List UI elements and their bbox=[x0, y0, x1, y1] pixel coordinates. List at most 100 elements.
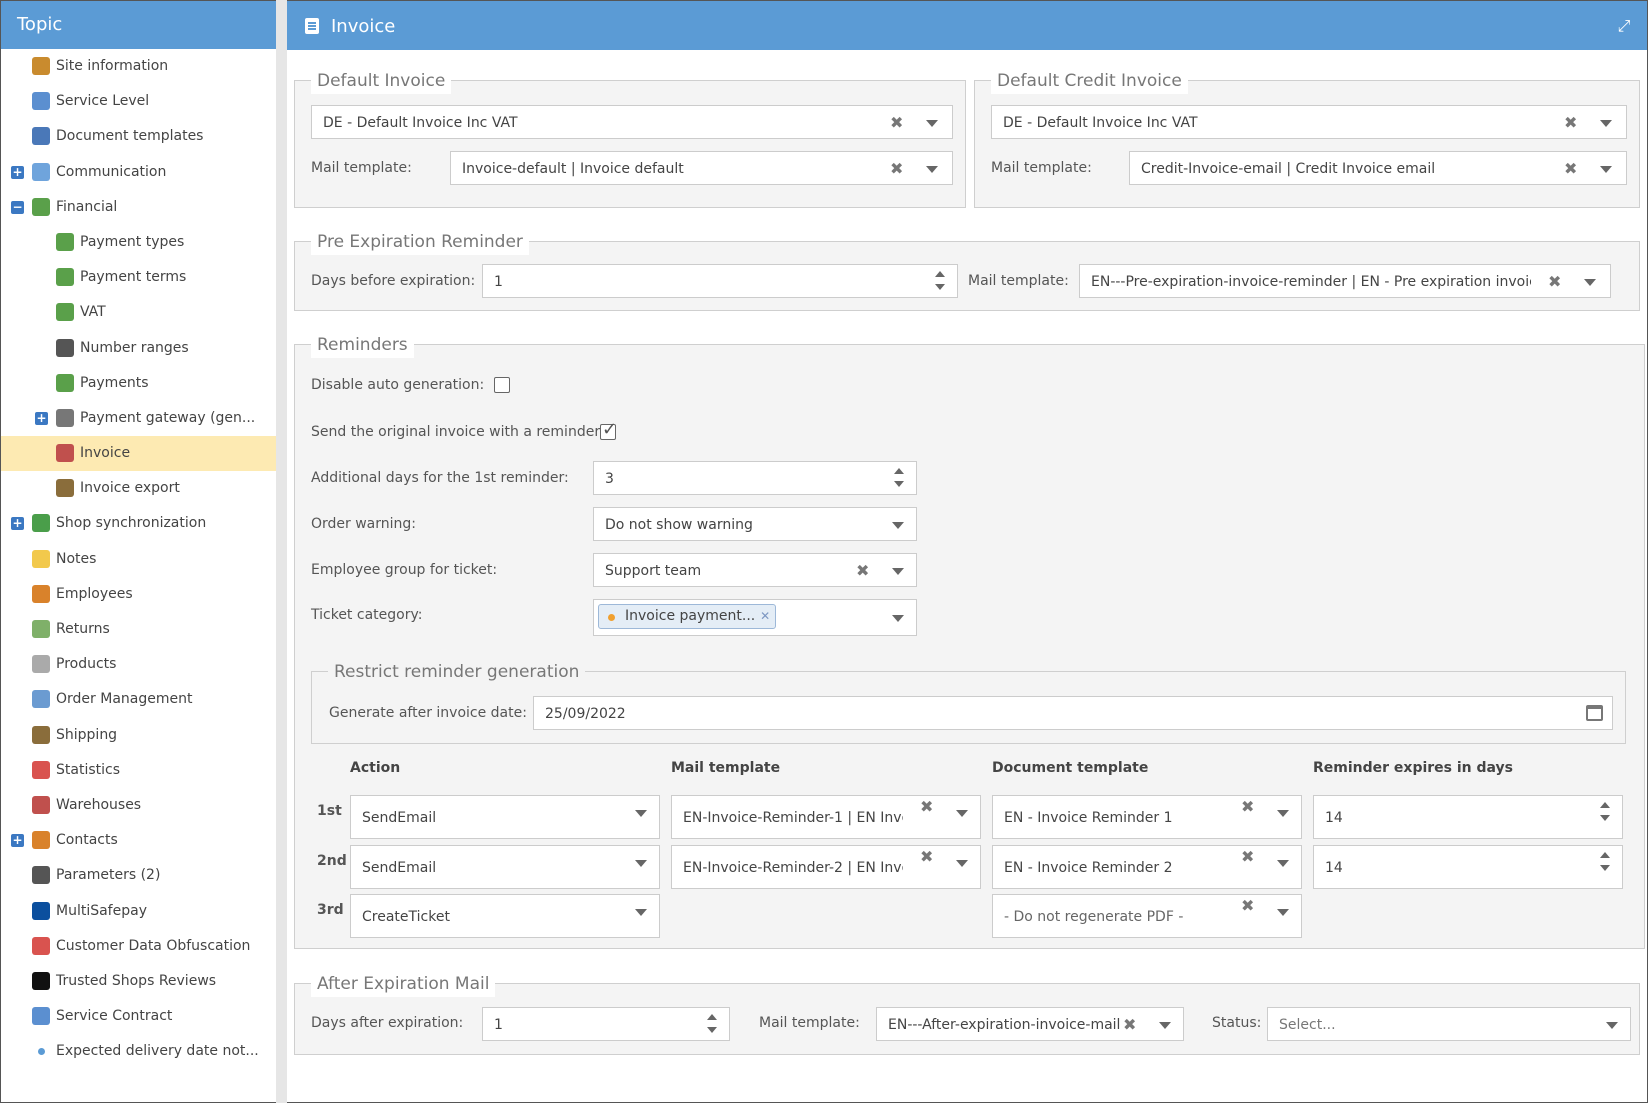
sidebar-item-document-templates[interactable]: Document templates bbox=[1, 119, 276, 154]
pre-expiration-mail-select[interactable]: EN---Pre-expiration-invoice-reminder | E… bbox=[1079, 264, 1611, 298]
stepper-icon[interactable] bbox=[1600, 852, 1610, 872]
ticket-category-multiselect[interactable]: Invoice payment... ✕ bbox=[593, 599, 917, 636]
chevron-down-icon[interactable] bbox=[1277, 810, 1289, 817]
expires-days-input[interactable]: 14 bbox=[1313, 845, 1623, 889]
chevron-down-icon[interactable] bbox=[1159, 1022, 1171, 1029]
clear-icon[interactable]: ✖ bbox=[1241, 840, 1254, 873]
after-expiration-mail-select[interactable]: EN---After-expiration-invoice-mail ✖ bbox=[876, 1007, 1184, 1041]
sidebar-item-invoice[interactable]: Invoice bbox=[1, 436, 276, 472]
clear-icon[interactable]: ✖ bbox=[856, 554, 869, 587]
send-original-checkbox[interactable] bbox=[600, 419, 617, 440]
stepper-icon[interactable] bbox=[1600, 802, 1610, 822]
mail-template-select[interactable]: EN-Invoice-Reminder-1 | EN Invoi ✖ bbox=[671, 795, 981, 839]
clear-icon[interactable]: ✖ bbox=[1241, 889, 1254, 922]
action-select[interactable]: CreateTicket bbox=[350, 894, 660, 938]
sidebar-item-expected-delivery-date-not[interactable]: Expected delivery date not... bbox=[1, 1034, 276, 1069]
sidebar-item-communication[interactable]: + Communication bbox=[1, 155, 276, 190]
default-credit-invoice-select[interactable]: DE - Default Invoice Inc VAT ✖ bbox=[991, 105, 1627, 139]
clear-icon[interactable]: ✖ bbox=[890, 152, 903, 185]
chevron-down-icon[interactable] bbox=[1600, 120, 1612, 127]
sidebar-item-shipping[interactable]: Shipping bbox=[1, 718, 276, 753]
stepper-icon[interactable] bbox=[707, 1014, 717, 1034]
chevron-down-icon[interactable] bbox=[892, 522, 904, 529]
sidebar-item-parameters-2[interactable]: Parameters (2) bbox=[1, 858, 276, 893]
sidebar-item-payment-terms[interactable]: Payment terms bbox=[1, 260, 276, 295]
chevron-down-icon[interactable] bbox=[1606, 1022, 1618, 1029]
chevron-down-icon[interactable] bbox=[1584, 279, 1596, 286]
sidebar-item-payments[interactable]: Payments bbox=[1, 366, 276, 401]
sidebar-item-service-level[interactable]: Service Level bbox=[1, 84, 276, 119]
default-credit-invoice-mail-select[interactable]: Credit-Invoice-email | Credit Invoice em… bbox=[1129, 151, 1627, 185]
action-select[interactable]: SendEmail bbox=[350, 845, 660, 889]
chevron-down-icon[interactable] bbox=[956, 810, 968, 817]
clear-icon[interactable]: ✖ bbox=[920, 790, 933, 823]
action-select[interactable]: SendEmail bbox=[350, 795, 660, 839]
expand-toggle-icon[interactable]: + bbox=[11, 165, 24, 179]
chevron-down-icon[interactable] bbox=[635, 909, 647, 916]
expires-days-input[interactable]: 14 bbox=[1313, 795, 1623, 839]
document-template-select[interactable]: EN - Invoice Reminder 2 ✖ bbox=[992, 845, 1302, 889]
sidebar-item-payment-types[interactable]: Payment types bbox=[1, 225, 276, 260]
clear-icon[interactable]: ✖ bbox=[1241, 790, 1254, 823]
expand-toggle-icon[interactable]: + bbox=[11, 517, 24, 531]
mail-template-select[interactable]: EN-Invoice-Reminder-2 | EN Invoi ✖ bbox=[671, 845, 981, 889]
chevron-down-icon[interactable] bbox=[926, 166, 938, 173]
clear-icon[interactable]: ✖ bbox=[1564, 106, 1577, 139]
chevron-down-icon[interactable] bbox=[1277, 909, 1289, 916]
sidebar-item-number-ranges[interactable]: Number ranges bbox=[1, 331, 276, 366]
sidebar-item-trusted-shops-reviews[interactable]: Trusted Shops Reviews bbox=[1, 964, 276, 999]
sidebar-item-notes[interactable]: Notes bbox=[1, 542, 276, 577]
stepper-icon[interactable] bbox=[894, 468, 904, 488]
sidebar-item-order-management[interactable]: Order Management bbox=[1, 682, 276, 717]
disable-auto-generation-checkbox[interactable] bbox=[494, 377, 510, 393]
sidebar-item-vat[interactable]: VAT bbox=[1, 295, 276, 330]
calendar-icon[interactable] bbox=[1586, 705, 1603, 721]
remove-tag-icon[interactable]: ✕ bbox=[760, 605, 770, 628]
chevron-down-icon[interactable] bbox=[635, 810, 647, 817]
generate-after-date-input[interactable]: 25/09/2022 bbox=[533, 696, 1613, 730]
clear-icon[interactable]: ✖ bbox=[890, 106, 903, 139]
expand-toggle-icon[interactable]: + bbox=[11, 834, 24, 848]
chevron-down-icon[interactable] bbox=[892, 615, 904, 622]
sidebar-item-returns[interactable]: Returns bbox=[1, 612, 276, 647]
sidebar-item-invoice-export[interactable]: Invoice export bbox=[1, 471, 276, 506]
sidebar-item-contacts[interactable]: + Contacts bbox=[1, 823, 276, 858]
sidebar-item-customer-data-obfuscation[interactable]: Customer Data Obfuscation bbox=[1, 929, 276, 964]
clear-icon[interactable]: ✖ bbox=[920, 840, 933, 873]
sidebar-item-employees[interactable]: Employees bbox=[1, 577, 276, 612]
panel-splitter[interactable] bbox=[276, 0, 287, 1103]
status-select[interactable]: Select... bbox=[1267, 1007, 1631, 1041]
chevron-down-icon[interactable] bbox=[1600, 166, 1612, 173]
collapse-toggle-icon[interactable]: − bbox=[11, 200, 24, 214]
sidebar-item-multisafepay[interactable]: MultiSafepay bbox=[1, 894, 276, 929]
sidebar-item-financial[interactable]: − Financial bbox=[1, 190, 276, 225]
sidebar-item-payment-gateway-gen[interactable]: + Payment gateway (gen... bbox=[1, 401, 276, 436]
sidebar-item-shop-synchronization[interactable]: + Shop synchronization bbox=[1, 506, 276, 541]
default-invoice-mail-select[interactable]: Invoice-default | Invoice default ✖ bbox=[450, 151, 953, 185]
clear-icon[interactable]: ✖ bbox=[1548, 265, 1561, 298]
truck-icon bbox=[32, 725, 50, 744]
clear-icon[interactable]: ✖ bbox=[1123, 1008, 1136, 1041]
chevron-down-icon[interactable] bbox=[926, 120, 938, 127]
document-template-select[interactable]: - Do not regenerate PDF - ✖ bbox=[992, 894, 1302, 938]
stepper-icon[interactable] bbox=[935, 271, 945, 291]
chevron-down-icon[interactable] bbox=[956, 860, 968, 867]
order-warning-select[interactable]: Do not show warning bbox=[593, 507, 917, 541]
default-invoice-select[interactable]: DE - Default Invoice Inc VAT ✖ bbox=[311, 105, 953, 139]
additional-days-input[interactable]: 3 bbox=[593, 461, 917, 495]
sidebar-item-statistics[interactable]: Statistics bbox=[1, 753, 276, 788]
clear-icon[interactable]: ✖ bbox=[1564, 152, 1577, 185]
chevron-down-icon[interactable] bbox=[892, 568, 904, 575]
document-template-select[interactable]: EN - Invoice Reminder 1 ✖ bbox=[992, 795, 1302, 839]
days-after-expiration-input[interactable]: 1 bbox=[482, 1007, 730, 1041]
chevron-down-icon[interactable] bbox=[635, 860, 647, 867]
expand-toggle-icon[interactable]: + bbox=[35, 411, 48, 425]
sidebar-item-service-contract[interactable]: Service Contract bbox=[1, 999, 276, 1034]
sidebar-item-site-information[interactable]: Site information bbox=[1, 49, 276, 84]
employee-group-select[interactable]: Support team ✖ bbox=[593, 553, 917, 587]
days-before-expiration-input[interactable]: 1 bbox=[482, 264, 958, 298]
chevron-down-icon[interactable] bbox=[1277, 860, 1289, 867]
sidebar-item-warehouses[interactable]: Warehouses bbox=[1, 788, 276, 823]
sidebar-item-products[interactable]: Products bbox=[1, 647, 276, 682]
expand-icon[interactable]: ⤢ bbox=[1615, 17, 1633, 35]
